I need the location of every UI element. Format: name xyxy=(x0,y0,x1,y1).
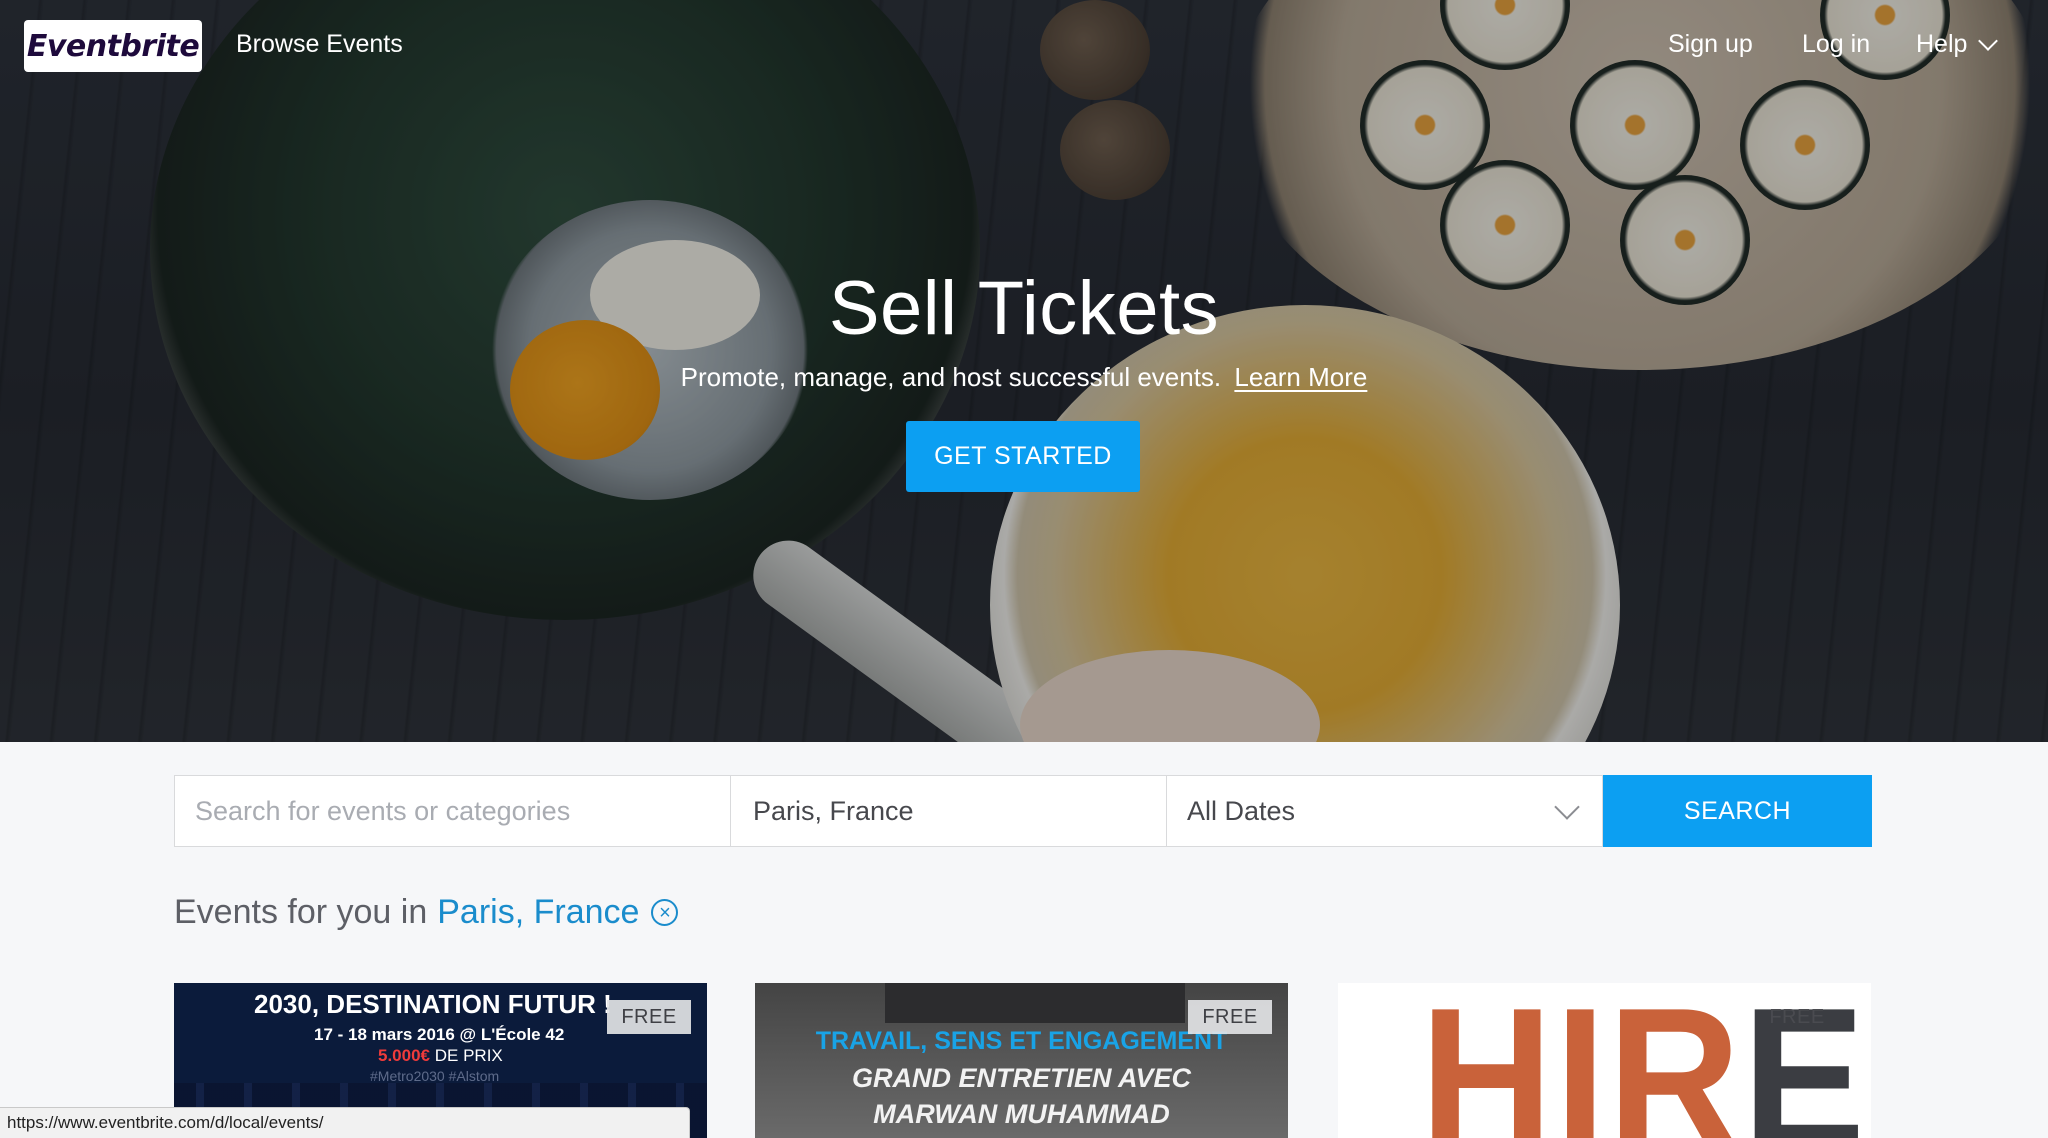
browse-events-link[interactable]: Browse Events xyxy=(236,30,403,59)
event-card-speaker: MARWAN MUHAMMAD xyxy=(873,1099,1170,1129)
free-badge: FREE xyxy=(607,1000,691,1034)
get-started-button[interactable]: GET STARTED xyxy=(906,421,1140,492)
hero-banner: Eventbrite Browse Events Sign up Log in … xyxy=(0,0,2048,742)
search-input[interactable] xyxy=(174,775,730,847)
sign-up-link[interactable]: Sign up xyxy=(1668,30,1753,59)
events-heading-text: Events for you in xyxy=(174,893,428,931)
events-heading: Events for you in Paris, France × xyxy=(174,893,679,932)
free-badge: FREE xyxy=(1769,1005,1825,1028)
event-card[interactable]: HIRE. FREE xyxy=(1338,983,1871,1138)
event-card-prize: 5.000€ DE PRIX xyxy=(378,1046,503,1066)
location-field[interactable]: Paris, France xyxy=(730,775,1166,847)
search-button[interactable]: SEARCH xyxy=(1603,775,1872,847)
prize-amount: 5.000€ xyxy=(378,1046,430,1065)
free-badge: FREE xyxy=(1188,1000,1272,1034)
event-card-tags: #Metro2030 #Alstom xyxy=(370,1068,500,1084)
search-bar: Paris, France All Dates SEARCH xyxy=(174,775,1872,847)
hire-accent-letters: HIR xyxy=(1420,983,1743,1138)
event-card[interactable]: TRAVAIL, SENS ET ENGAGEMENT GRAND ENTRET… xyxy=(755,983,1288,1138)
event-card-subtitle: GRAND ENTRETIEN AVEC xyxy=(851,1063,1192,1093)
date-select-value: All Dates xyxy=(1187,795,1296,826)
log-in-link[interactable]: Log in xyxy=(1802,30,1870,59)
events-location-link[interactable]: Paris, France xyxy=(437,893,639,932)
eventbrite-logo[interactable]: Eventbrite xyxy=(24,20,202,72)
learn-more-link[interactable]: Learn More xyxy=(1234,362,1367,392)
hero-title: Sell Tickets xyxy=(828,266,1220,351)
status-bar-url: https://www.eventbrite.com/d/local/event… xyxy=(0,1107,690,1138)
chevron-down-icon xyxy=(1978,30,1999,51)
help-label: Help xyxy=(1916,30,1968,58)
clear-location-icon[interactable]: × xyxy=(651,899,679,926)
hero-subtitle-text: Promote, manage, and host successful eve… xyxy=(680,362,1222,392)
event-card-title: 2030, DESTINATION FUTUR ! xyxy=(254,989,612,1019)
speaker-photo xyxy=(885,983,1185,1023)
chevron-down-icon xyxy=(1554,794,1580,820)
hero-subtitle: Promote, manage, and host successful eve… xyxy=(0,362,2048,393)
help-menu[interactable]: Help xyxy=(1916,30,1999,59)
date-select[interactable]: All Dates xyxy=(1166,775,1603,847)
event-card-date: 17 - 18 mars 2016 @ L'École 42 xyxy=(314,1025,565,1044)
prize-text: DE PRIX xyxy=(434,1046,503,1065)
